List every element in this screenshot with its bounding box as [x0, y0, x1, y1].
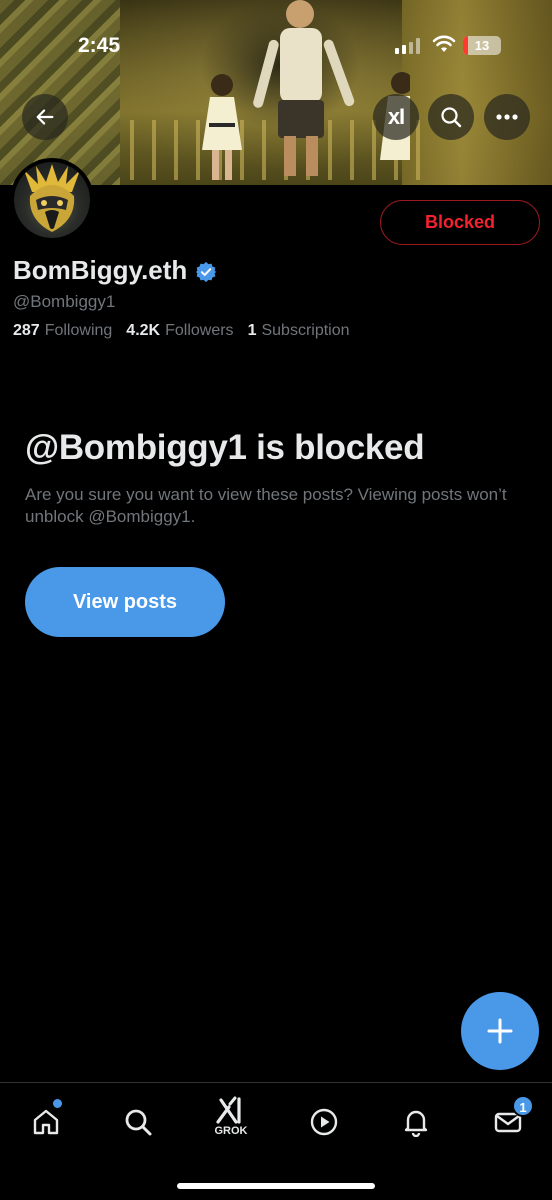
user-handle: @Bombiggy1: [13, 292, 116, 311]
grok-icon: [216, 1096, 241, 1124]
search-button[interactable]: [428, 94, 474, 140]
display-name: BomBiggy.eth: [13, 255, 188, 285]
plus-icon: [487, 1018, 513, 1044]
nav-video[interactable]: [299, 1097, 349, 1147]
search-icon: [441, 107, 462, 128]
xai-icon: xI: [387, 104, 405, 129]
nav-search[interactable]: [113, 1097, 163, 1147]
verified-badge-icon[interactable]: [195, 261, 217, 283]
subscription-count: 1: [247, 322, 257, 339]
profile-screen: 2:45 13 xI Blocked BomBiggy.eth @Bombigg…: [0, 0, 552, 1200]
status-bar: 2:45 13: [0, 0, 552, 90]
avatar[interactable]: [10, 158, 94, 242]
messages-badge: 1: [512, 1095, 534, 1117]
back-button[interactable]: [22, 94, 68, 140]
blocked-description: Are you sure you want to view these post…: [25, 485, 507, 526]
following-count: 287: [13, 322, 40, 339]
blocked-button[interactable]: Blocked: [380, 200, 540, 245]
status-time: 2:45: [78, 34, 121, 57]
avatar-image: [14, 162, 90, 238]
blocked-title: @Bombiggy1 is blocked: [25, 428, 425, 467]
more-horizontal-icon: [496, 114, 518, 120]
view-posts-button[interactable]: View posts: [25, 567, 225, 637]
following-stat[interactable]: 287 Following: [13, 322, 112, 340]
subscription-label: Subscription: [261, 322, 350, 339]
bell-icon: [404, 1110, 428, 1137]
grok-profile-button[interactable]: xI: [373, 94, 419, 140]
followers-label: Followers: [165, 322, 234, 339]
more-button[interactable]: [484, 94, 530, 140]
nav-messages[interactable]: 1: [483, 1095, 534, 1147]
nav-grok[interactable]: GROK: [206, 1091, 256, 1141]
nav-notifications[interactable]: [391, 1097, 441, 1147]
nav-home[interactable]: [21, 1097, 71, 1147]
profile-stats: 287 Following 4.2K Followers 1 Subscription: [13, 322, 364, 340]
play-circle-icon: [310, 1108, 338, 1136]
compose-post-button[interactable]: [461, 992, 539, 1070]
signal-icon: [395, 38, 420, 54]
home-notification-dot: [53, 1099, 62, 1108]
battery-percent: 13: [474, 38, 490, 53]
arrow-left-icon: [36, 109, 54, 125]
name-row: BomBiggy.eth: [13, 255, 217, 286]
following-label: Following: [44, 322, 113, 339]
home-indicator[interactable]: [177, 1183, 375, 1189]
grok-label: GROK: [214, 1124, 248, 1137]
battery-indicator: 13: [463, 36, 501, 55]
followers-count: 4.2K: [126, 322, 161, 339]
search-icon: [125, 1109, 152, 1136]
subscription-stat[interactable]: 1 Subscription: [248, 322, 350, 340]
home-icon: [33, 1109, 59, 1135]
wifi-icon: [432, 35, 456, 52]
followers-stat[interactable]: 4.2K Followers: [126, 322, 233, 340]
avatar-bird-image: [24, 164, 80, 232]
